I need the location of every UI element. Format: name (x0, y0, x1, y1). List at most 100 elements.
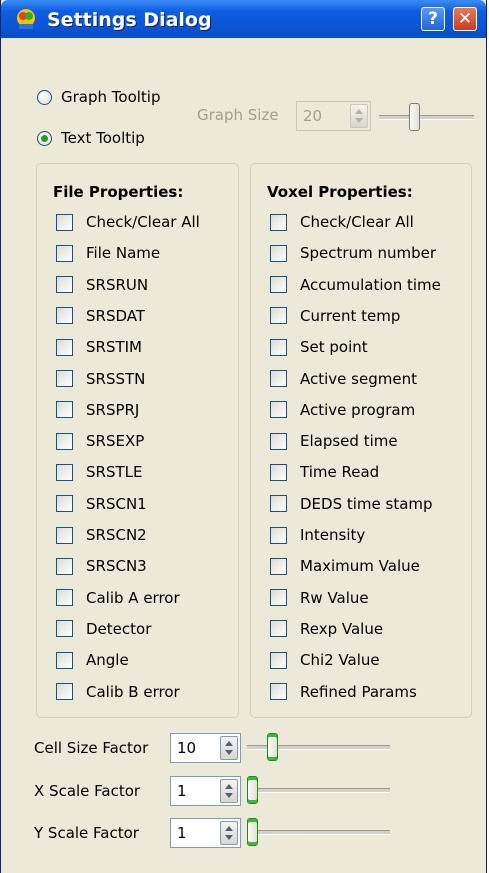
checkbox[interactable] (270, 557, 287, 575)
y-scale-slider-track[interactable] (247, 830, 390, 835)
voxel-properties-row[interactable]: Maximum Value (270, 554, 420, 578)
file-properties-row[interactable]: SRSTLE (56, 460, 142, 484)
y-scale-spinbox[interactable]: 1 (170, 818, 241, 848)
checkbox[interactable] (270, 432, 287, 450)
voxel-properties-row[interactable]: Refined Params (270, 680, 417, 704)
checkbox[interactable] (270, 244, 287, 262)
spin-up-icon[interactable] (225, 784, 233, 789)
file-properties-row[interactable]: SRSCN3 (56, 554, 147, 578)
checkbox[interactable] (270, 338, 287, 356)
x-scale-spinbox[interactable]: 1 (170, 776, 241, 806)
voxel-properties-row[interactable]: Rexp Value (270, 617, 383, 641)
y-scale-slider-thumb[interactable] (247, 818, 258, 846)
file-properties-row[interactable]: Angle (56, 648, 129, 672)
checkbox[interactable] (270, 463, 287, 481)
checkbox[interactable] (56, 213, 73, 231)
checkbox[interactable] (56, 526, 73, 544)
voxel-properties-row[interactable]: Active program (270, 398, 415, 422)
checkbox[interactable] (56, 276, 73, 294)
voxel-properties-row[interactable]: Chi2 Value (270, 648, 380, 672)
file-properties-row[interactable]: Detector (56, 617, 151, 641)
file-properties-row[interactable]: Check/Clear All (56, 210, 200, 234)
checkbox[interactable] (56, 432, 73, 450)
file-properties-row[interactable]: SRSDAT (56, 304, 145, 328)
checkbox[interactable] (56, 338, 73, 356)
checkbox[interactable] (270, 495, 287, 513)
file-properties-row[interactable]: Calib A error (56, 586, 180, 610)
checkbox[interactable] (56, 683, 73, 700)
checkbox[interactable] (56, 307, 73, 325)
x-scale-slider-thumb[interactable] (247, 776, 258, 804)
title-bar[interactable]: Settings Dialog ? ✕ (1, 0, 486, 38)
checkbox[interactable] (270, 651, 287, 669)
checkbox[interactable] (56, 620, 73, 638)
checkbox[interactable] (270, 589, 287, 607)
settings-dialog-window: Settings Dialog ? ✕ Graph Tooltip Text T… (0, 0, 487, 873)
checkbox[interactable] (56, 370, 73, 387)
graph-tooltip-option[interactable]: Graph Tooltip (37, 85, 161, 109)
cell-size-spinbox[interactable]: 10 (170, 733, 241, 763)
checkbox-label: SRSRUN (86, 275, 149, 294)
checkbox[interactable] (56, 557, 73, 575)
text-tooltip-option[interactable]: Text Tooltip (37, 126, 145, 150)
spin-up-icon[interactable] (225, 741, 233, 746)
checkbox-label: DEDS time stamp (300, 494, 433, 513)
voxel-properties-row[interactable]: Spectrum number (270, 241, 436, 265)
text-tooltip-radio[interactable] (37, 130, 52, 146)
x-scale-slider-track[interactable] (247, 788, 390, 793)
checkbox-label: File Name (86, 244, 161, 263)
checkbox[interactable] (56, 401, 73, 419)
x-scale-slider[interactable] (247, 773, 390, 807)
cell-size-slider[interactable] (247, 730, 390, 764)
voxel-properties-row[interactable]: Elapsed time (270, 429, 398, 453)
file-properties-row[interactable]: SRSCN2 (56, 523, 147, 547)
voxel-properties-row[interactable]: Active segment (270, 367, 417, 391)
spin-up-icon[interactable] (225, 826, 233, 831)
checkbox[interactable] (270, 620, 287, 638)
spin-down-icon[interactable] (225, 750, 233, 755)
cell-size-factor-label: Cell Size Factor (34, 739, 149, 757)
checkbox[interactable] (56, 463, 73, 481)
voxel-properties-row[interactable]: Set point (270, 335, 368, 359)
checkbox[interactable] (56, 495, 73, 513)
checkbox[interactable] (270, 526, 287, 544)
checkbox[interactable] (56, 244, 73, 262)
file-properties-row[interactable]: SRSPRJ (56, 398, 139, 422)
spin-down-icon[interactable] (225, 835, 233, 840)
x-scale-stepper[interactable] (220, 779, 238, 803)
file-properties-row[interactable]: SRSCN1 (56, 492, 147, 516)
checkbox[interactable] (270, 276, 287, 294)
checkbox-label: Set point (300, 338, 368, 357)
checkbox[interactable] (270, 683, 287, 700)
file-properties-row[interactable]: Calib B error (56, 680, 180, 704)
graph-tooltip-radio[interactable] (37, 89, 52, 105)
y-scale-stepper[interactable] (220, 821, 238, 845)
cell-size-slider-thumb[interactable] (267, 733, 278, 761)
cell-size-stepper[interactable] (220, 736, 238, 760)
y-scale-slider[interactable] (247, 815, 390, 849)
checkbox-label: SRSCN1 (86, 494, 147, 513)
checkbox[interactable] (270, 307, 287, 325)
checkbox[interactable] (270, 213, 287, 231)
checkbox-label: Intensity (300, 526, 366, 544)
spin-down-icon[interactable] (225, 793, 233, 798)
voxel-properties-row[interactable]: Time Read (270, 460, 379, 484)
checkbox[interactable] (56, 589, 73, 607)
checkbox[interactable] (270, 370, 287, 387)
file-properties-row[interactable]: File Name (56, 241, 160, 265)
voxel-properties-row[interactable]: Intensity (270, 523, 365, 547)
file-properties-row[interactable]: SRSEXP (56, 429, 144, 453)
voxel-properties-row[interactable]: Accumulation time (270, 273, 441, 297)
checkbox[interactable] (56, 651, 73, 669)
file-properties-row[interactable]: SRSRUN (56, 273, 148, 297)
voxel-properties-row[interactable]: Current temp (270, 304, 400, 328)
checkbox-label: SRSPRJ (86, 400, 140, 419)
voxel-properties-row[interactable]: Rw Value (270, 586, 369, 610)
voxel-properties-row[interactable]: Check/Clear All (270, 210, 414, 234)
close-button[interactable]: ✕ (453, 7, 477, 31)
voxel-properties-row[interactable]: DEDS time stamp (270, 492, 433, 516)
help-button[interactable]: ? (421, 7, 445, 31)
file-properties-row[interactable]: SRSTIM (56, 335, 142, 359)
file-properties-row[interactable]: SRSSTN (56, 367, 145, 391)
checkbox[interactable] (270, 401, 287, 419)
